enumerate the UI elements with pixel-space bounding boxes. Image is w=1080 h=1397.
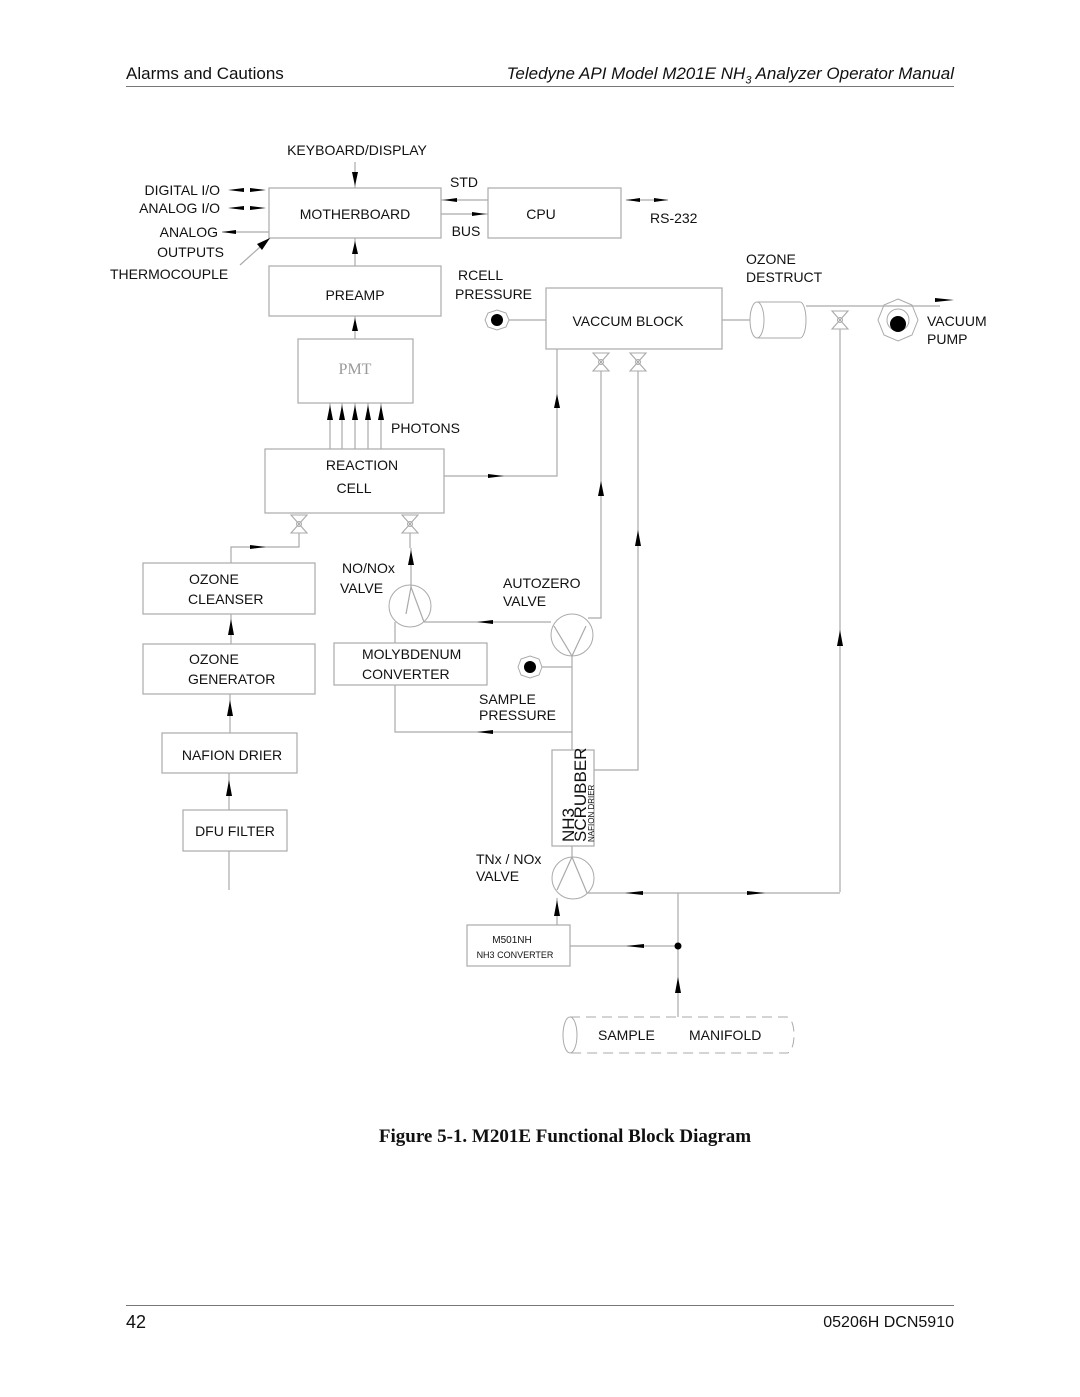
std-label: STD xyxy=(450,174,478,190)
tnx-nox-valve-label-2: VALVE xyxy=(476,868,519,884)
svg-text:NAFION DRIER: NAFION DRIER xyxy=(587,784,596,842)
svg-text:VACCUM BLOCK: VACCUM BLOCK xyxy=(573,313,685,329)
svg-text:PMT: PMT xyxy=(339,361,372,378)
photons-label: PHOTONS xyxy=(391,420,460,436)
nh3-scrubber-block: NH3 SCRUBBER NAFION DRIER xyxy=(551,748,596,847)
sample-manifold-icon: SAMPLE MANIFOLD xyxy=(562,1016,795,1054)
valve-icon xyxy=(831,310,849,330)
analog-outputs-label-2: OUTPUTS xyxy=(157,244,224,260)
molybdenum-converter-block: MOLYBDENUM CONVERTER xyxy=(333,642,488,686)
vaccum-block: VACCUM BLOCK xyxy=(545,287,723,350)
ozone-generator-block: OZONE GENERATOR xyxy=(142,643,316,695)
nafion-drier-block: NAFION DRIER xyxy=(161,732,298,774)
reaction-cell-block: REACTION CELL xyxy=(264,448,445,514)
cpu-block: CPU xyxy=(487,187,622,239)
autozero-valve-label-2: VALVE xyxy=(503,593,546,609)
sample-pressure-sensor-icon xyxy=(517,655,543,679)
svg-text:MANIFOLD: MANIFOLD xyxy=(689,1027,761,1043)
photon-arrows xyxy=(327,403,384,449)
analog-outputs-label-1: ANALOG xyxy=(160,224,218,240)
footer-rule xyxy=(126,1305,954,1306)
ozone-destruct-label-1: OZONE xyxy=(746,251,796,267)
page-number: 42 xyxy=(126,1312,147,1332)
svg-text:SAMPLE: SAMPLE xyxy=(598,1027,655,1043)
no-nox-valve-label-2: VALVE xyxy=(340,580,383,596)
rcell-pressure-sensor-icon xyxy=(484,309,510,331)
dfu-filter-block: DFU FILTER xyxy=(182,809,288,852)
svg-text:MOLYBDENUM: MOLYBDENUM xyxy=(362,646,461,662)
ozone-destruct-cylinder-icon xyxy=(749,301,807,339)
valve-icon xyxy=(629,352,647,372)
svg-text:CPU: CPU xyxy=(526,206,556,222)
svg-text:CONVERTER: CONVERTER xyxy=(362,666,450,682)
svg-text:OZONE: OZONE xyxy=(189,651,239,667)
valve-icon xyxy=(592,352,610,372)
tnx-nox-valve-icon xyxy=(551,855,595,900)
rcell-pressure-label-2: PRESSURE xyxy=(455,286,532,302)
junction-dot xyxy=(674,942,682,950)
sample-pressure-label-1: SAMPLE xyxy=(479,691,536,707)
digital-io-label: DIGITAL I/O xyxy=(145,182,221,198)
thermocouple-label: THERMOCOUPLE xyxy=(110,266,228,282)
preamp-block: PREAMP xyxy=(268,265,442,317)
svg-text:M501NH: M501NH xyxy=(492,935,531,946)
analog-io-label: ANALOG I/O xyxy=(139,200,220,216)
vacuum-pump-label-1: VACUUM xyxy=(927,313,987,329)
rcell-pressure-label-1: RCELL xyxy=(458,267,503,283)
svg-text:NH3 CONVERTER: NH3 CONVERTER xyxy=(477,950,554,960)
valve-icon xyxy=(290,514,308,534)
ozone-destruct-label-2: DESTRUCT xyxy=(746,269,823,285)
svg-text:OZONE: OZONE xyxy=(189,571,239,587)
rs232-label: RS-232 xyxy=(650,210,698,226)
no-nox-valve-label-1: NO/NOx xyxy=(342,560,395,576)
keyboard-display-label: KEYBOARD/DISPLAY xyxy=(287,142,427,158)
digital-io-arrows xyxy=(228,188,266,210)
valve-icon xyxy=(401,514,419,534)
svg-text:GENERATOR: GENERATOR xyxy=(188,671,275,687)
sample-pressure-label-2: PRESSURE xyxy=(479,707,556,723)
vacuum-pump-label-2: PUMP xyxy=(927,331,967,347)
block-diagram: MOTHERBOARD CPU KEYBOARD/DISPLAY DIGITAL… xyxy=(110,142,987,1054)
autozero-valve-icon xyxy=(550,613,594,658)
ozone-cleanser-block: OZONE CLEANSER xyxy=(142,562,316,615)
pmt-block: PMT xyxy=(297,338,414,404)
svg-text:CELL: CELL xyxy=(336,480,371,496)
figure-caption: Figure 5-1. M201E Functional Block Diagr… xyxy=(378,1126,752,1147)
m501nh-converter-block: M501NH NH3 CONVERTER xyxy=(466,924,571,967)
svg-text:MOTHERBOARD: MOTHERBOARD xyxy=(300,206,410,222)
tnx-nox-valve-label-1: TNx / NOx xyxy=(476,851,541,867)
arrow-up-icon xyxy=(352,241,358,254)
svg-text:DFU FILTER: DFU FILTER xyxy=(195,823,275,839)
svg-text:REACTION: REACTION xyxy=(326,457,398,473)
motherboard-block: MOTHERBOARD xyxy=(268,187,442,239)
svg-text:CLEANSER: CLEANSER xyxy=(188,591,263,607)
arrow-down-icon xyxy=(352,172,358,186)
svg-text:NAFION DRIER: NAFION DRIER xyxy=(182,747,282,763)
svg-text:PREAMP: PREAMP xyxy=(325,287,384,303)
vacuum-pump-icon xyxy=(877,298,919,342)
autozero-valve-label-1: AUTOZERO xyxy=(503,575,581,591)
no-nox-valve-icon xyxy=(388,584,432,628)
bus-label: BUS xyxy=(452,223,481,239)
document-number: 05206H DCN5910 xyxy=(823,1314,954,1331)
